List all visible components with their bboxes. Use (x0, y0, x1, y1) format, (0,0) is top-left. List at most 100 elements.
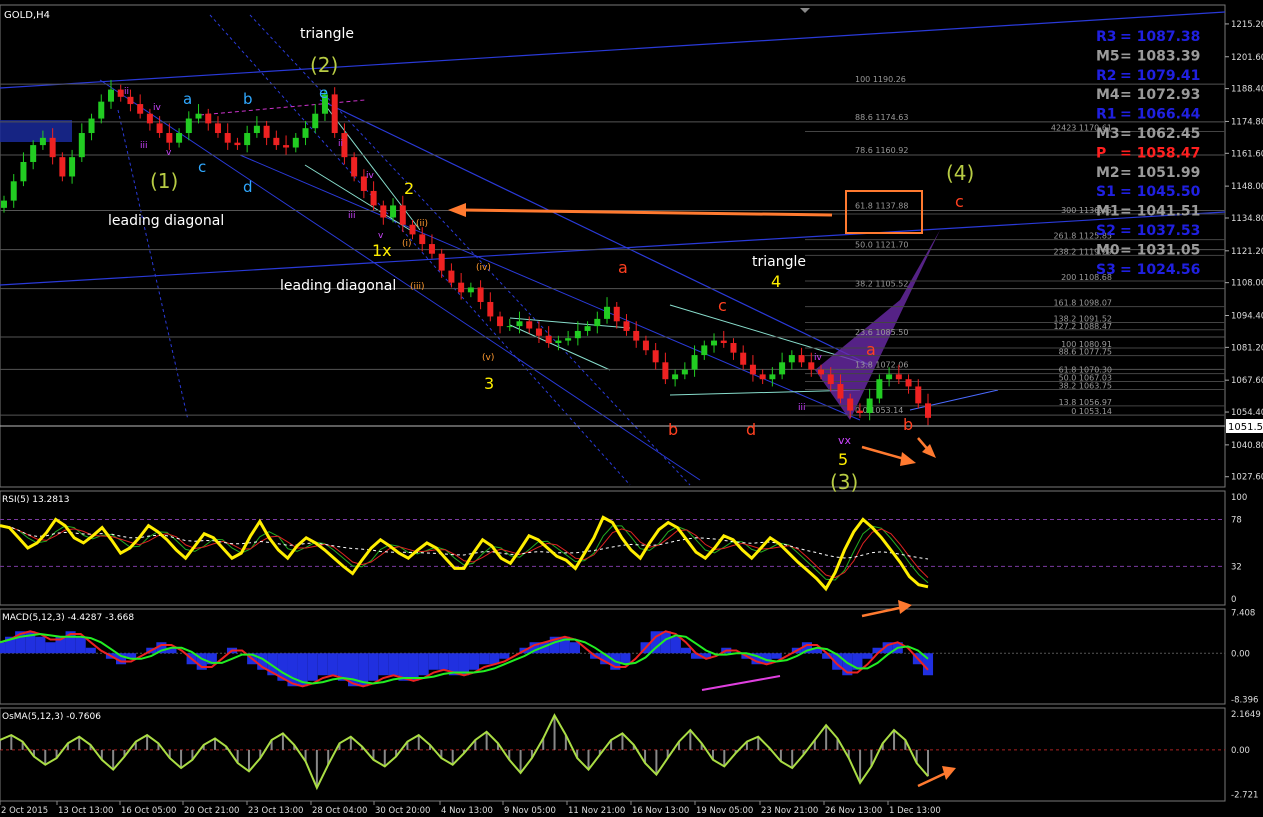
wave-annotations: triangle (2) (1) leading diagonal leading di… (108, 26, 974, 494)
wave-annotation: b (668, 420, 678, 439)
candle-body (205, 113, 212, 124)
svg-text:(ii): (ii) (416, 219, 428, 229)
candle-body (876, 379, 883, 399)
svg-text:(iii): (iii) (410, 282, 425, 292)
pivot-value: = 1024.56 (1120, 262, 1200, 278)
candle-body (905, 379, 912, 387)
wave-annotation: d (243, 178, 253, 196)
pivot-name: R1 (1096, 107, 1117, 123)
candle-body (380, 205, 387, 218)
candle-body (827, 374, 834, 385)
time-tick-label: 11 Nov 21:00 (568, 806, 625, 816)
wave-annotation: c (718, 296, 727, 315)
wave-annotation: (2) (310, 53, 338, 77)
svg-text:ii: ii (124, 87, 129, 97)
svg-text:iv: iv (814, 353, 823, 363)
symbol-dropdown-icon[interactable] (800, 8, 810, 13)
candle-body (769, 374, 776, 380)
candle-body (886, 374, 893, 380)
svg-text:v: v (166, 148, 172, 158)
candle-body (633, 330, 640, 341)
macd-histogram-bar (388, 653, 399, 676)
candle-body (39, 137, 46, 146)
price-tick-label: 1201.60 (1231, 53, 1263, 63)
ext-level-label: 161.8 1098.07 (1053, 299, 1112, 308)
pivot-name: M4 (1096, 87, 1120, 103)
candle-body (49, 137, 56, 158)
pivot-value: = 1051.99 (1120, 165, 1200, 181)
candle-body (681, 369, 688, 375)
macd-histogram-bar (479, 653, 490, 665)
price-tick-label: 1188.40 (1231, 85, 1263, 95)
osma-tick-label: 0.00 (1231, 746, 1250, 756)
time-tick-label: 9 Nov 05:00 (504, 806, 556, 816)
svg-text:iv: iv (366, 171, 375, 181)
candle-body (818, 369, 825, 375)
candle-body (312, 113, 319, 129)
wave-annotation: c (198, 158, 206, 176)
wave-annotation: (1) (150, 169, 178, 193)
candle-body (642, 340, 649, 351)
time-tick-label: 23 Nov 21:00 (761, 806, 818, 816)
fib-level-label: 78.6 1160.92 (855, 146, 908, 155)
chart-canvas: 100 1190.26 88.6 1174.63 78.6 1160.92 61.8 … (0, 4, 1263, 816)
pivot-name: P (1096, 145, 1106, 161)
candle-body (545, 335, 552, 344)
macd-histogram-bar (85, 647, 96, 654)
candle-body (497, 316, 504, 327)
rsi-line (0, 515, 929, 592)
candle-body (59, 157, 66, 177)
pivot-value: = 1079.41 (1120, 68, 1200, 84)
wave-annotation: (3) (830, 470, 858, 494)
rsi-orange-arrow (861, 600, 912, 618)
macd-histogram-bar (670, 636, 681, 654)
candle-body (146, 113, 153, 124)
current-price-label: 1051.55 (1228, 422, 1263, 433)
diag-channel-line-4 (117, 109, 189, 421)
pivot-name: M5 (1096, 48, 1120, 64)
candle-body (856, 410, 863, 414)
macd-histogram-bar (0, 642, 6, 654)
candle-body (273, 137, 280, 146)
time-tick-label: 16 Nov 13:00 (632, 806, 689, 816)
fib-level-label: 0.0 1053.14 (855, 406, 903, 415)
wave-annotation: b (903, 415, 913, 434)
candle-body (302, 128, 309, 138)
candle-body (487, 301, 494, 317)
price-tick-label: 1174.80 (1231, 117, 1263, 127)
candle-body (720, 340, 727, 344)
diag-channel-line-1 (99, 79, 701, 481)
macd-histogram-bar (771, 653, 782, 659)
upper-channel-line (0, 11, 1226, 89)
macd-histogram-bar (469, 653, 480, 670)
candle-body (283, 145, 290, 148)
end-trendline (909, 389, 999, 411)
orange-arrows-main (861, 437, 936, 466)
candle-body (652, 350, 659, 363)
candle-body (98, 101, 105, 119)
fib-618-highlight-box (845, 190, 923, 234)
candle-body (526, 321, 533, 329)
candle-body (798, 355, 805, 363)
fib-level-label: 100 1190.26 (855, 75, 906, 84)
candle-body (662, 362, 669, 380)
price-tick-label: 1215.20 (1231, 20, 1263, 30)
candle-body (137, 104, 144, 114)
time-tick-label: 19 Nov 05:00 (696, 806, 753, 816)
candle-body (749, 364, 756, 375)
wave-annotation: e (319, 84, 328, 102)
candle-body (10, 181, 17, 201)
macd-histogram-bar (499, 653, 510, 659)
fib-level-label: 23.6 1085.50 (855, 328, 908, 337)
macd-histogram-bar (418, 653, 429, 676)
macd-histogram-bar (408, 653, 419, 681)
wave-annotation: 1x (372, 241, 392, 260)
symbol-label: GOLD,H4 (4, 10, 50, 21)
candle-body (234, 142, 241, 146)
pivot-value: = 1045.50 (1120, 184, 1201, 200)
candle-body (779, 362, 786, 375)
rsi-tick-label: 100 (1231, 493, 1247, 503)
candlesticks (1, 79, 931, 426)
macd-histogram-bar (438, 653, 449, 670)
candle-body (78, 133, 85, 158)
